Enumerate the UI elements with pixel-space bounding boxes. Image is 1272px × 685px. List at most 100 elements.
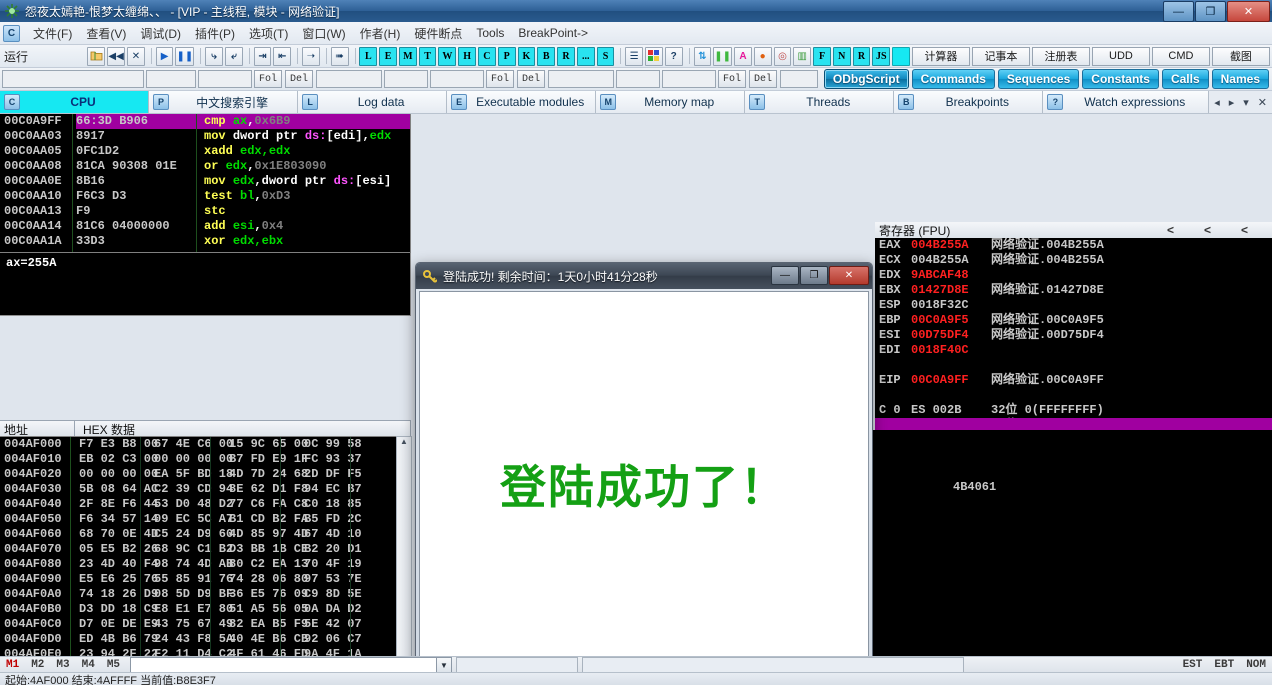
sequences-tab[interactable]: Sequences <box>998 69 1079 89</box>
marker-m1[interactable]: M1 <box>0 659 25 671</box>
minimize-button[interactable]: — <box>1163 1 1194 22</box>
register-row[interactable]: ECX004B255A网络验证.004B255A <box>875 253 1272 268</box>
toolbar-letter-ellipsis[interactable]: ... <box>577 47 595 66</box>
dialog-maximize-button[interactable]: ❐ <box>800 266 828 285</box>
toolbar-letter-w[interactable]: W <box>438 47 456 66</box>
tab-cpu[interactable]: C CPU <box>0 91 149 113</box>
follow-field-1c[interactable] <box>198 70 252 88</box>
follow-field-3[interactable] <box>548 70 614 88</box>
marker-m4[interactable]: M4 <box>76 659 101 671</box>
close-button[interactable]: ✕ <box>1227 1 1270 22</box>
hex-dump-pane[interactable]: 004AF000F7 E3 B8 0067 4E C6 0015 9C 65 0… <box>0 436 411 685</box>
memory-plugin-icon[interactable]: ▥ <box>793 47 811 66</box>
register-value[interactable]: 0018F40C <box>911 343 991 358</box>
toolbar-letter-s[interactable]: S <box>597 47 615 66</box>
fol-button-1[interactable]: Fol <box>254 70 282 88</box>
run-icon[interactable]: ▶ <box>156 47 174 66</box>
pause-plugin-icon[interactable]: ❚❚ <box>713 47 732 66</box>
toolbar-letter-c[interactable]: C <box>478 47 496 66</box>
del-button-1[interactable]: Del <box>285 70 313 88</box>
del-button-2[interactable]: Del <box>517 70 545 88</box>
dump-row[interactable]: 004AF0D0ED 4B B6 7924 43 F8 5A40 4E B6 C… <box>0 632 410 647</box>
sync-plugin-icon[interactable]: ⇅ <box>694 47 712 66</box>
dump-row[interactable]: 004AF090E5 E6 25 7655 85 91 7674 28 06 8… <box>0 572 410 587</box>
notepad-button[interactable]: 记事本 <box>972 47 1030 66</box>
dump-row[interactable]: 004AF07005 E5 B2 2668 9C C1 B2D3 BB 1B C… <box>0 542 410 557</box>
restart-icon[interactable]: ◀◀ <box>107 47 125 66</box>
marker-m3[interactable]: M3 <box>50 659 75 671</box>
commands-tab[interactable]: Commands <box>912 69 995 89</box>
follow-field-1[interactable] <box>2 70 144 88</box>
dump-row[interactable]: 004AF06068 70 0E 4DC5 24 D9 604D 85 97 4… <box>0 527 410 542</box>
register-row[interactable]: EBP00C0A9F5网络验证.00C0A9F5 <box>875 313 1272 328</box>
register-row[interactable]: EDI0018F40C <box>875 343 1272 358</box>
dump-row[interactable]: 004AF0305B 08 64 ACC2 39 CD 948E 62 D1 F… <box>0 482 410 497</box>
disassembly-row[interactable]: 00C0AA0E8B16mov edx,dword ptr ds:[esi] <box>0 174 410 189</box>
screenshot-button[interactable]: 截图 <box>1212 47 1270 66</box>
disassembly-row[interactable]: 00C0A9FF66:3D B906cmp ax,0x6B9 <box>0 114 410 129</box>
register-value[interactable]: 0018F32C <box>911 298 991 313</box>
maximize-button[interactable]: ❐ <box>1195 1 1226 22</box>
register-value[interactable]: 00D75DF4 <box>911 328 991 343</box>
dump-row[interactable]: 004AF02000 00 00 00EA 5F BD 184D 7D 24 6… <box>0 467 410 482</box>
toolbar-letter-r[interactable]: R <box>557 47 575 66</box>
menu-item-breakpoint[interactable]: BreakPoint-> <box>511 24 595 42</box>
menu-item-help[interactable]: 作者(H) <box>353 23 408 44</box>
login-success-dialog[interactable]: 登陆成功! 剩余时间：1天0小时41分28秒 — ❐ ✕ 登陆成功了！ <box>415 262 873 682</box>
disassembly-row[interactable]: 00C0AA0881CA 90308 01Eor edx,0x1E803090 <box>0 159 410 174</box>
dump-row[interactable]: 004AF0A074 18 26 D908 5D D9 BF36 E5 76 0… <box>0 587 410 602</box>
udd-button[interactable]: UDD <box>1092 47 1150 66</box>
tab-breakpoints[interactable]: B Breakpoints <box>894 91 1043 113</box>
disassembly-row[interactable]: 00C0AA050FC1D2xadd edx,edx <box>0 144 410 159</box>
tab-dropdown-icon[interactable]: ▾ <box>1240 96 1252 109</box>
register-value[interactable]: 004B255A <box>911 253 991 268</box>
register-row[interactable]: ESP0018F32C <box>875 298 1272 313</box>
toolbar-letter-t[interactable]: T <box>419 47 437 66</box>
toolbar-letter-p[interactable]: P <box>498 47 516 66</box>
animate-icon[interactable]: ➠ <box>331 47 349 66</box>
follow-field-1b[interactable] <box>146 70 196 88</box>
reg-chevron-2[interactable]: < <box>1204 223 1241 237</box>
tab-close-icon[interactable]: ✕ <box>1255 96 1270 109</box>
follow-field-3b[interactable] <box>616 70 660 88</box>
follow-field-4[interactable] <box>780 70 818 88</box>
register-value[interactable]: 00C0A9F5 <box>911 313 991 328</box>
dump-row[interactable]: 004AF0402F 8E F6 4453 D0 48 D277 C6 FA C… <box>0 497 410 512</box>
register-row[interactable]: EBX01427D8E网络验证.01427D8E <box>875 283 1272 298</box>
dump-row[interactable]: 004AF08023 4D 40 F498 74 4D AB80 C2 EA 1… <box>0 557 410 572</box>
dump-row[interactable]: 004AF050F6 34 57 1409 EC 5C A7B1 CD B2 F… <box>0 512 410 527</box>
odbgscript-tab[interactable]: ODbgScript <box>824 69 909 89</box>
toolbar-letter-b[interactable]: B <box>537 47 555 66</box>
dialog-minimize-button[interactable]: — <box>771 266 799 285</box>
register-value[interactable] <box>911 388 991 403</box>
register-row[interactable]: EDX9ABCAF48 <box>875 268 1272 283</box>
disassembly-row[interactable]: 00C0AA1A33D3xor edx,ebx <box>0 234 410 249</box>
plugin-letter-r[interactable]: R <box>853 47 871 66</box>
menu-item-tools[interactable]: Tools <box>469 24 511 42</box>
marker-m5[interactable]: M5 <box>101 659 126 671</box>
register-row[interactable] <box>875 388 1272 403</box>
open-file-icon[interactable] <box>87 47 105 66</box>
execute-till-return-icon[interactable]: ➝ <box>302 47 320 66</box>
dialog-close-button[interactable]: ✕ <box>829 266 869 285</box>
del-button-3[interactable]: Del <box>749 70 777 88</box>
follow-field-2c[interactable] <box>430 70 484 88</box>
plugin-letter-n[interactable]: N <box>833 47 851 66</box>
names-tab[interactable]: Names <box>1212 69 1269 89</box>
list-view-icon[interactable]: ☰ <box>625 47 643 66</box>
reg-chevron-1[interactable]: < <box>1167 223 1204 237</box>
menu-item-debug[interactable]: 调试(D) <box>133 23 188 44</box>
dump-scrollbar[interactable]: ▲▼ <box>396 436 412 685</box>
record-plugin-icon[interactable]: ● <box>754 47 772 66</box>
follow-field-2b[interactable] <box>384 70 428 88</box>
terminate-icon[interactable]: ✕ <box>127 47 145 66</box>
register-row[interactable]: EAX004B255A网络验证.004B255A <box>875 238 1272 253</box>
trace-over-icon[interactable]: ⇤ <box>273 47 291 66</box>
register-value[interactable]: 004B255A <box>911 238 991 253</box>
tab-threads[interactable]: T Threads <box>745 91 894 113</box>
plugin-letter-f[interactable]: F <box>813 47 831 66</box>
color-palette-icon[interactable] <box>645 47 663 66</box>
disassembly-row[interactable]: 00C0AA038917mov dword ptr ds:[edi],edx <box>0 129 410 144</box>
help-icon[interactable]: ? <box>665 47 683 66</box>
fol-button-2[interactable]: Fol <box>486 70 514 88</box>
